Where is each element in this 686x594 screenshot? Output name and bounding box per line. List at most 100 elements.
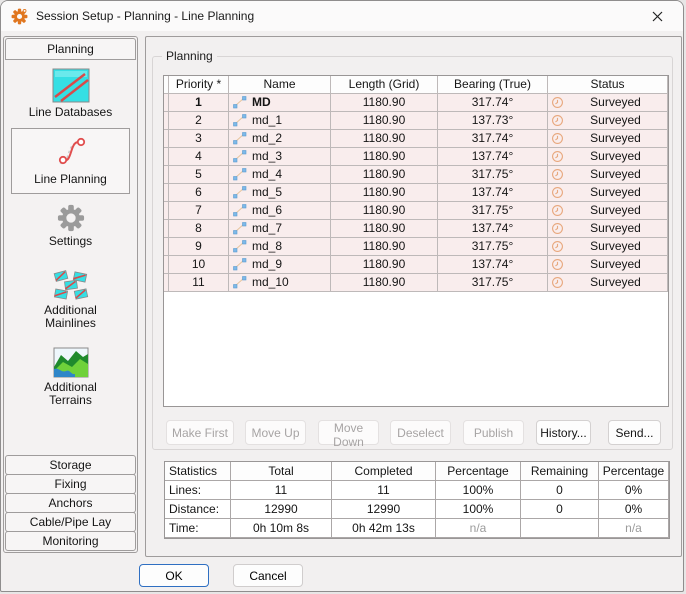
- stats-value: 0: [521, 481, 599, 500]
- cell-bearing: 137.74°: [438, 148, 548, 166]
- cell-name: md_1: [229, 112, 331, 130]
- make-first-button[interactable]: Make First: [166, 420, 234, 445]
- surveyed-clock-icon: [551, 168, 564, 181]
- surveyed-clock-icon: [551, 222, 564, 235]
- cell-status: Surveyed: [548, 94, 668, 112]
- sidebar-item-line-databases[interactable]: Line Databases: [4, 68, 137, 119]
- sidebar-item-settings[interactable]: Settings: [4, 204, 137, 248]
- sidebar-header-planning[interactable]: Planning: [5, 38, 136, 60]
- column-header-length[interactable]: Length (Grid): [331, 76, 438, 94]
- sidebar-item-line-planning[interactable]: Line Planning: [11, 128, 130, 194]
- line-planning-icon: [53, 134, 89, 170]
- sidebar-section-fixing[interactable]: Fixing: [5, 474, 136, 494]
- history-button[interactable]: History...: [536, 420, 591, 445]
- line-segment-icon: [232, 131, 247, 146]
- cell-status: Surveyed: [548, 148, 668, 166]
- cell-name: md_8: [229, 238, 331, 256]
- table-row[interactable]: 7 md_6 1180.90 317.75° Surveyed: [164, 202, 668, 220]
- cell-priority: 8: [169, 220, 229, 238]
- send-button[interactable]: Send...: [608, 420, 661, 445]
- sidebar-item-additional-mainlines[interactable]: Additional Mainlines: [4, 269, 137, 330]
- stats-value: 0h 10m 8s: [231, 519, 332, 538]
- cell-name: md_7: [229, 220, 331, 238]
- column-header-priority[interactable]: Priority *: [169, 76, 229, 94]
- window-title: Session Setup - Planning - Line Planning: [36, 9, 254, 23]
- cell-priority: 3: [169, 130, 229, 148]
- line-segment-icon: [232, 95, 247, 110]
- table-row[interactable]: 8 md_7 1180.90 137.74° Surveyed: [164, 220, 668, 238]
- cell-length: 1180.90: [331, 112, 438, 130]
- cell-priority: 11: [169, 274, 229, 292]
- stats-value: 12990: [332, 500, 436, 519]
- cell-priority: 7: [169, 202, 229, 220]
- surveyed-clock-icon: [551, 132, 564, 145]
- sidebar-item-label: Additional Terrains: [36, 381, 106, 407]
- surveyed-clock-icon: [551, 186, 564, 199]
- sidebar-section-anchors[interactable]: Anchors: [5, 493, 136, 513]
- cell-priority: 4: [169, 148, 229, 166]
- cell-length: 1180.90: [331, 166, 438, 184]
- sidebar-section-cable-pipe-lay[interactable]: Cable/Pipe Lay: [5, 512, 136, 532]
- table-row[interactable]: 10 md_9 1180.90 137.74° Surveyed: [164, 256, 668, 274]
- sidebar-item-label: Line Planning: [34, 173, 107, 186]
- cancel-button[interactable]: Cancel: [233, 564, 303, 587]
- line-segment-icon: [232, 257, 247, 272]
- column-header-bearing[interactable]: Bearing (True): [438, 76, 548, 94]
- close-button[interactable]: [637, 3, 677, 29]
- statistics-row: Distance: 12990 12990 100% 0 0%: [165, 500, 669, 519]
- cell-name: md_6: [229, 202, 331, 220]
- table-row[interactable]: 11 md_10 1180.90 317.75° Surveyed: [164, 274, 668, 292]
- ok-button[interactable]: OK: [139, 564, 209, 587]
- sidebar-item-label: Line Databases: [29, 106, 112, 119]
- stats-row-label: Lines:: [165, 481, 231, 500]
- statistics-body: Lines: 11 11 100% 0 0% Distance: 12990 1…: [165, 481, 669, 538]
- cell-bearing: 317.75°: [438, 274, 548, 292]
- stats-value: 0%: [599, 481, 669, 500]
- planning-table-body: 1 MD 1180.90 317.74° Surveyed 2: [164, 94, 668, 292]
- stats-col-percentage-2: Percentage: [599, 462, 669, 481]
- deselect-button[interactable]: Deselect: [390, 420, 451, 445]
- table-row[interactable]: 1 MD 1180.90 317.74° Surveyed: [164, 94, 668, 112]
- line-segment-icon: [232, 275, 247, 290]
- table-row[interactable]: 4 md_3 1180.90 137.74° Surveyed: [164, 148, 668, 166]
- cell-name: md_4: [229, 166, 331, 184]
- table-row[interactable]: 3 md_2 1180.90 317.74° Surveyed: [164, 130, 668, 148]
- cell-length: 1180.90: [331, 130, 438, 148]
- cell-status: Surveyed: [548, 184, 668, 202]
- table-row[interactable]: 5 md_4 1180.90 317.75° Surveyed: [164, 166, 668, 184]
- stats-value: 0: [521, 500, 599, 519]
- stats-row-label: Time:: [165, 519, 231, 538]
- cell-bearing: 137.74°: [438, 256, 548, 274]
- surveyed-clock-icon: [551, 114, 564, 127]
- column-header-status[interactable]: Status: [548, 76, 668, 94]
- cell-length: 1180.90: [331, 202, 438, 220]
- cell-bearing: 137.74°: [438, 220, 548, 238]
- stats-value: 0%: [599, 500, 669, 519]
- cell-status: Surveyed: [548, 220, 668, 238]
- column-header-name[interactable]: Name: [229, 76, 331, 94]
- sidebar-section-monitoring[interactable]: Monitoring: [5, 531, 136, 551]
- cell-name: md_10: [229, 274, 331, 292]
- sidebar-section-storage[interactable]: Storage: [5, 455, 136, 475]
- sidebar-item-additional-terrains[interactable]: Additional Terrains: [4, 347, 137, 407]
- cell-length: 1180.90: [331, 238, 438, 256]
- cell-bearing: 137.73°: [438, 112, 548, 130]
- cell-length: 1180.90: [331, 256, 438, 274]
- move-up-button[interactable]: Move Up: [245, 420, 306, 445]
- stats-value: [521, 519, 599, 538]
- cell-priority: 10: [169, 256, 229, 274]
- cell-priority: 9: [169, 238, 229, 256]
- publish-button[interactable]: Publish: [463, 420, 524, 445]
- sidebar-sections: Storage Fixing Anchors Cable/Pipe Lay Mo…: [5, 456, 136, 551]
- stats-row-label: Distance:: [165, 500, 231, 519]
- table-row[interactable]: 6 md_5 1180.90 137.74° Surveyed: [164, 184, 668, 202]
- cell-priority: 1: [169, 94, 229, 112]
- table-row[interactable]: 2 md_1 1180.90 137.73° Surveyed: [164, 112, 668, 130]
- stats-col-completed: Completed: [332, 462, 436, 481]
- move-down-button[interactable]: Move Down: [318, 420, 379, 445]
- table-row[interactable]: 9 md_8 1180.90 317.75° Surveyed: [164, 238, 668, 256]
- additional-terrains-icon: [53, 347, 89, 378]
- cell-status: Surveyed: [548, 130, 668, 148]
- surveyed-clock-icon: [551, 258, 564, 271]
- line-segment-icon: [232, 203, 247, 218]
